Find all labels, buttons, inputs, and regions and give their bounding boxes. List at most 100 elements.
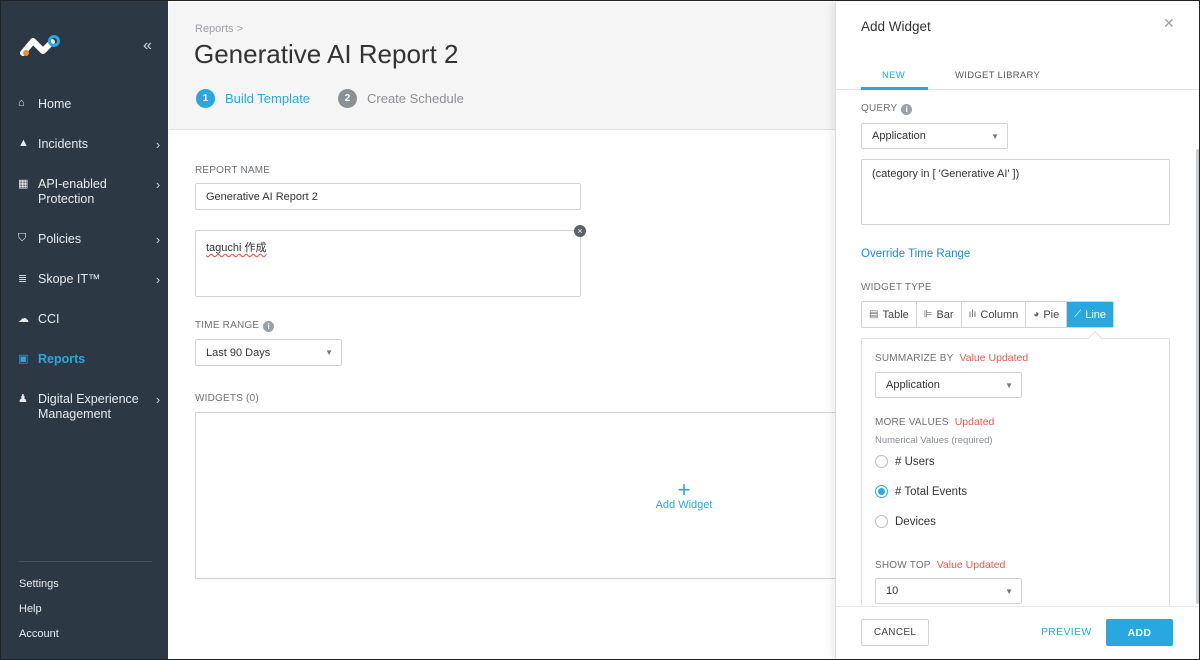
netskope-logo: [20, 35, 60, 56]
sidebar-item-reports[interactable]: ▣ Reports: [1, 352, 168, 367]
step-build-template[interactable]: 1 Build Template: [196, 89, 310, 108]
widgets-area: [195, 412, 855, 579]
cancel-button[interactable]: CANCEL: [861, 619, 929, 646]
chevron-right-icon: ›: [155, 272, 161, 287]
radio-devices[interactable]: Devices: [875, 515, 936, 528]
radio-button: [875, 455, 888, 468]
widget-type-label: WIDGET TYPE: [861, 282, 932, 293]
summarize-value: Application: [886, 379, 940, 391]
override-time-range-link[interactable]: Override Time Range: [861, 248, 970, 260]
home-icon: ⌂: [18, 97, 25, 109]
description-textarea[interactable]: taguchi 作成: [195, 230, 581, 297]
widget-type-column[interactable]: ılı Column: [962, 302, 1027, 327]
widget-type-bar[interactable]: ⊫ Bar: [917, 302, 962, 327]
info-icon[interactable]: i: [901, 104, 913, 115]
query-textarea[interactable]: (category in [ 'Generative AI' ]): [861, 159, 1170, 225]
sidebar-item-label: API-enabled Protection: [38, 177, 107, 206]
preview-button[interactable]: PREVIEW: [1041, 626, 1092, 638]
settings-link[interactable]: Settings: [19, 578, 59, 590]
report-icon: ▣: [18, 353, 29, 365]
updated-flag: Updated: [954, 416, 995, 428]
close-icon[interactable]: ✕: [1163, 15, 1175, 32]
sidebar-item-skope-it[interactable]: ≣ Skope IT™ ›: [1, 272, 168, 287]
time-range-select[interactable]: Last 90 Days ▼: [195, 339, 342, 366]
sidebar: « ⌂ Home ▲ Incidents › ▦ API-enabled Pro…: [1, 1, 168, 659]
query-label: QUERY i: [861, 103, 913, 115]
help-link[interactable]: Help: [19, 603, 42, 615]
table-icon: ▤: [869, 309, 879, 320]
clear-icon[interactable]: ×: [574, 225, 586, 237]
sidebar-item-cci[interactable]: ☁ CCI: [1, 312, 168, 327]
sidebar-item-label: Policies: [38, 232, 82, 246]
value-updated-flag: Value Updated: [936, 559, 1006, 571]
sidebar-item-label: Reports: [38, 352, 86, 366]
radio-users[interactable]: # Users: [875, 455, 935, 468]
sidebar-item-dem[interactable]: ♟ Digital Experience Management ›: [1, 392, 168, 422]
sidebar-item-label: CCI: [38, 312, 60, 326]
double-chevron-left-icon[interactable]: «: [143, 37, 152, 55]
app-window: « ⌂ Home ▲ Incidents › ▦ API-enabled Pro…: [0, 0, 1200, 660]
step-number: 2: [338, 89, 357, 108]
add-button[interactable]: ADD: [1106, 619, 1173, 646]
radio-button-selected: [875, 485, 888, 498]
show-top-label: SHOW TOP Value Updated: [875, 559, 1006, 571]
summarize-label: SUMMARIZE BY Value Updated: [875, 352, 1029, 364]
sidebar-item-home[interactable]: ⌂ Home: [1, 97, 168, 112]
radio-total-events[interactable]: # Total Events: [875, 485, 967, 498]
widget-type-line[interactable]: ⟋ Line: [1067, 302, 1114, 327]
sidebar-item-label: Home: [38, 97, 72, 111]
breadcrumb[interactable]: Reports >: [195, 23, 243, 35]
bar-chart-icon: ⊫: [923, 309, 933, 320]
account-link[interactable]: Account: [19, 628, 59, 640]
chevron-right-icon: ›: [155, 137, 161, 152]
info-icon[interactable]: i: [263, 321, 275, 332]
more-values-label: MORE VALUES Updated: [875, 416, 995, 428]
add-widget-label: Add Widget: [655, 499, 713, 511]
sidebar-item-incidents[interactable]: ▲ Incidents ›: [1, 137, 168, 152]
sidebar-item-label: Incidents: [38, 137, 89, 151]
page-title: Generative AI Report 2: [194, 39, 459, 69]
chevron-right-icon: ›: [155, 392, 161, 407]
time-range-value: Last 90 Days: [206, 346, 271, 359]
sidebar-divider: [18, 561, 152, 562]
show-top-value: 10: [886, 585, 899, 597]
tab-new[interactable]: NEW: [882, 70, 905, 81]
cloud-icon: ☁: [18, 313, 29, 325]
query-select[interactable]: Application ▼: [861, 123, 1008, 149]
radio-button: [875, 515, 888, 528]
show-top-select[interactable]: 10 ▼: [875, 578, 1022, 604]
chevron-right-icon: ›: [155, 177, 161, 192]
widget-type-pie[interactable]: ◕ Pie: [1026, 302, 1068, 327]
step-label: Create Schedule: [367, 91, 464, 106]
sidebar-item-label: Skope IT™: [38, 272, 101, 286]
api-icon: ▦: [18, 178, 29, 190]
report-name-label: REPORT NAME: [195, 165, 271, 176]
line-chart-icon: ⟋: [1074, 309, 1082, 320]
plus-icon: +: [677, 477, 691, 502]
sidebar-item-policies[interactable]: ⛉ Policies ›: [1, 232, 168, 247]
summarize-select[interactable]: Application ▼: [875, 372, 1022, 398]
add-widget-button[interactable]: + Add Widget: [653, 477, 715, 512]
caret-down-icon: ▼: [325, 348, 333, 357]
chevron-right-icon: ›: [155, 232, 161, 247]
tab-widget-library[interactable]: WIDGET LIBRARY: [955, 70, 1040, 81]
report-name-input[interactable]: Generative AI Report 2: [195, 183, 581, 210]
panel-scrollbar[interactable]: [1196, 149, 1199, 604]
query-select-value: Application: [872, 130, 926, 142]
caret-down-icon: ▼: [991, 131, 999, 141]
sidebar-item-label: Digital Experience Management: [38, 392, 139, 421]
pie-chart-icon: ◕: [1033, 309, 1040, 320]
caret-down-icon: ▼: [1005, 380, 1013, 390]
numerical-values-note: Numerical Values (required): [875, 435, 993, 446]
caret-down-icon: ▼: [1005, 586, 1013, 596]
widgets-label: WIDGETS (0): [195, 393, 259, 404]
column-chart-icon: ılı: [968, 309, 977, 320]
time-range-label: TIME RANGE i: [195, 320, 275, 332]
widget-type-table[interactable]: ▤ Table: [862, 302, 917, 327]
sidebar-item-api-protection[interactable]: ▦ API-enabled Protection ›: [1, 177, 168, 207]
step-label: Build Template: [225, 91, 311, 106]
warning-icon: ▲: [18, 137, 29, 149]
user-chart-icon: ♟: [18, 393, 28, 405]
step-create-schedule[interactable]: 2 Create Schedule: [338, 89, 464, 108]
tab-active-indicator: [861, 87, 928, 90]
